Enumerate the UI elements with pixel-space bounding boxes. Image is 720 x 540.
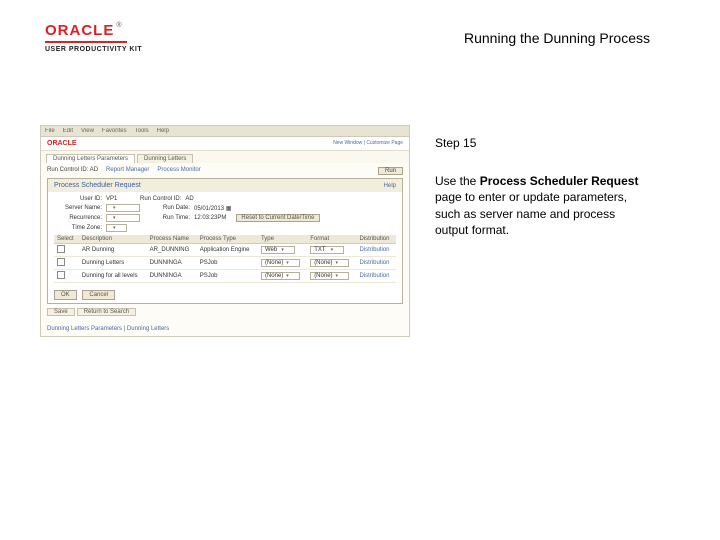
table-row: Dunning for all levels DUNNINGA PSJob (N…	[54, 270, 396, 283]
app-header-links[interactable]: New Window | Customize Page	[333, 140, 403, 147]
recurrence-select[interactable]	[106, 214, 140, 222]
oracle-logo-text: ORACLE	[45, 22, 114, 39]
browser-menu-item[interactable]: Favorites	[102, 128, 127, 134]
instruction-suffix: page to enter or update parameters, such…	[435, 190, 627, 236]
instruction-bold: Process Scheduler Request	[480, 174, 639, 188]
col-distribution: Distribution	[356, 235, 396, 244]
report-manager-link[interactable]: Report Manager	[106, 167, 149, 175]
cell-process-name: DUNNINGA	[147, 257, 197, 270]
col-process-name: Process Name	[147, 235, 197, 244]
cell-description: Dunning for all levels	[79, 270, 147, 283]
process-list-table: Select Description Process Name Process …	[54, 235, 396, 283]
table-row: Dunning Letters DUNNINGA PSJob (None) (N…	[54, 257, 396, 270]
ok-button[interactable]: OK	[54, 290, 77, 300]
brand-block: ORACLE® USER PRODUCTIVITY KIT	[45, 22, 195, 53]
help-link[interactable]: Help	[384, 183, 396, 189]
row-checkbox[interactable]	[57, 245, 65, 253]
save-button[interactable]: Save	[47, 308, 75, 316]
bottom-button-strip: Save Return to Search	[47, 308, 403, 316]
instruction-column: Step 15 Use the Process Scheduler Reques…	[435, 135, 650, 238]
run-date-label: Run Date:	[144, 205, 190, 211]
page-footer-links[interactable]: Dunning Letters Parameters | Dunning Let…	[41, 324, 409, 336]
screenshot: File Edit View Favorites Tools Help ORAC…	[40, 125, 410, 337]
page-toprow: Run Control ID: AD Report Manager Proces…	[47, 167, 403, 175]
tab-dunning-letters[interactable]: Dunning Letters	[137, 154, 193, 163]
time-zone-label: Time Zone:	[54, 225, 102, 231]
dialog-title: Process Scheduler Request	[54, 182, 141, 189]
page-title: Running the Dunning Process	[464, 30, 650, 46]
instruction-prefix: Use the	[435, 174, 480, 188]
cell-process-type: PSJob	[197, 257, 258, 270]
dialog-header: Process Scheduler Request Help	[48, 179, 402, 192]
run-button[interactable]: Run	[378, 167, 403, 175]
oracle-tm: ®	[116, 22, 121, 29]
format-select[interactable]: (None)	[310, 272, 349, 280]
cell-process-type: PSJob	[197, 270, 258, 283]
tab-dunning-letters-parameters[interactable]: Dunning Letters Parameters	[46, 154, 135, 163]
col-type: Type	[258, 235, 307, 244]
process-scheduler-request-dialog: Process Scheduler Request Help User ID: …	[47, 178, 403, 304]
col-select: Select	[54, 235, 79, 244]
type-select[interactable]: (None)	[261, 259, 300, 267]
tab-strip: Dunning Letters Parameters Dunning Lette…	[41, 151, 409, 163]
table-row: AR Dunning AR_DUNNING Application Engine…	[54, 244, 396, 257]
cell-process-name: DUNNINGA	[147, 270, 197, 283]
run-control-id-label: Run Control ID: AD	[47, 167, 98, 175]
app-header-logo: ORACLE	[47, 140, 77, 147]
upk-tagline: USER PRODUCTIVITY KIT	[45, 46, 195, 53]
user-id-label: User ID:	[54, 196, 102, 202]
run-date-value[interactable]: 05/01/2013 ▦	[194, 205, 231, 212]
run-time-value[interactable]: 12:03:23PM	[194, 215, 226, 221]
app-header: ORACLE New Window | Customize Page	[41, 137, 409, 151]
distribution-link[interactable]: Distribution	[359, 247, 389, 253]
cell-description: Dunning Letters	[79, 257, 147, 270]
browser-menu-item[interactable]: Help	[157, 128, 169, 134]
time-zone-select[interactable]	[106, 224, 127, 232]
recurrence-label: Recurrence:	[54, 215, 102, 221]
user-id-value: VP1	[106, 196, 117, 202]
type-select[interactable]: (None)	[261, 272, 300, 280]
server-name-select[interactable]	[106, 204, 140, 212]
page-body: Run Control ID: AD Report Manager Proces…	[41, 163, 409, 324]
cancel-button[interactable]: Cancel	[82, 290, 115, 300]
run-control-id-dialog-label: Run Control ID:	[121, 196, 181, 202]
return-to-search-button[interactable]: Return to Search	[77, 308, 136, 316]
dialog-footer: OK Cancel	[48, 287, 402, 303]
reset-datetime-button[interactable]: Reset to Current Date/Time	[236, 214, 319, 222]
col-format: Format	[307, 235, 356, 244]
step-label: Step 15	[435, 135, 650, 151]
browser-menu-item[interactable]: View	[81, 128, 94, 134]
browser-menu-item[interactable]: Tools	[135, 128, 149, 134]
row-checkbox[interactable]	[57, 258, 65, 266]
distribution-link[interactable]: Distribution	[359, 260, 389, 266]
browser-menu-item[interactable]: File	[45, 128, 55, 134]
type-select[interactable]: Web	[261, 246, 295, 254]
run-control-id-dialog-value: AD	[185, 196, 193, 202]
distribution-link[interactable]: Distribution	[359, 273, 389, 279]
browser-menu-bar: File Edit View Favorites Tools Help	[41, 126, 409, 137]
format-select[interactable]: TXT	[310, 246, 344, 254]
oracle-logo-underline	[45, 41, 127, 43]
server-name-label: Server Name:	[54, 205, 102, 211]
row-checkbox[interactable]	[57, 271, 65, 279]
cell-description: AR Dunning	[79, 244, 147, 257]
cell-process-type: Application Engine	[197, 244, 258, 257]
instruction-text: Use the Process Scheduler Request page t…	[435, 173, 650, 238]
format-select[interactable]: (None)	[310, 259, 349, 267]
run-time-label: Run Time:	[144, 215, 190, 221]
oracle-logo: ORACLE®	[45, 22, 195, 40]
col-process-type: Process Type	[197, 235, 258, 244]
col-description: Description	[79, 235, 147, 244]
browser-menu-item[interactable]: Edit	[63, 128, 73, 134]
cell-process-name: AR_DUNNING	[147, 244, 197, 257]
process-monitor-link[interactable]: Process Monitor	[157, 167, 200, 175]
